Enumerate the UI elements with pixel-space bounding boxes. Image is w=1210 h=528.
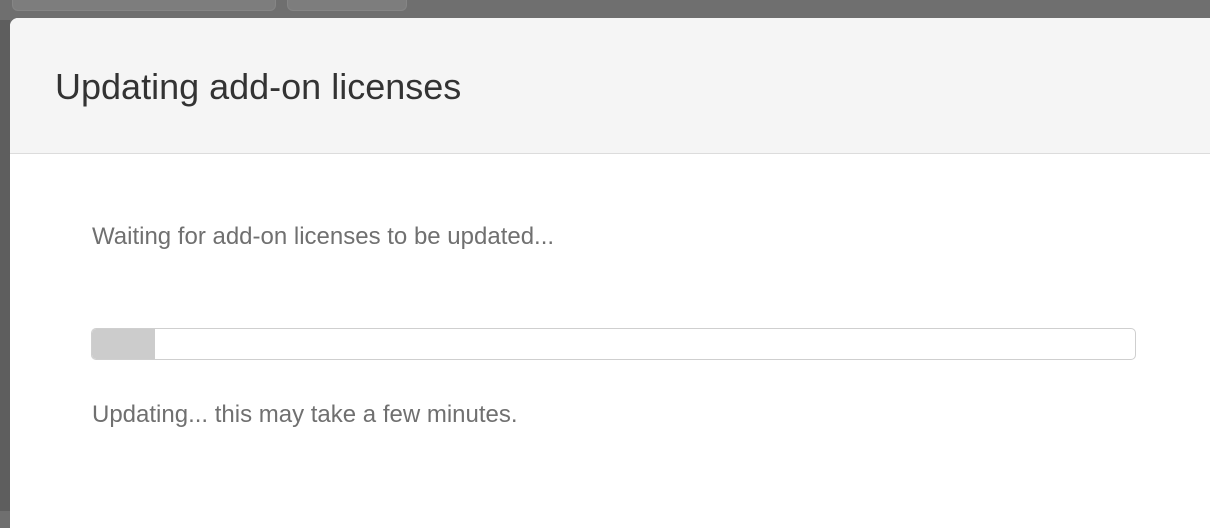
status-message: Updating... this may take a few minutes. [92,401,518,428]
background-page-edge [0,20,10,511]
progress-bar-fill [92,329,155,359]
progress-bar [91,328,1136,360]
background-tab [12,0,276,11]
waiting-message: Waiting for add-on licenses to be update… [92,223,555,250]
update-licenses-dialog: Updating add-on licenses Waiting for add… [10,18,1210,528]
dialog-title: Updating add-on licenses [55,66,462,107]
dialog-header: Updating add-on licenses [10,18,1210,154]
background-tab [287,0,407,11]
